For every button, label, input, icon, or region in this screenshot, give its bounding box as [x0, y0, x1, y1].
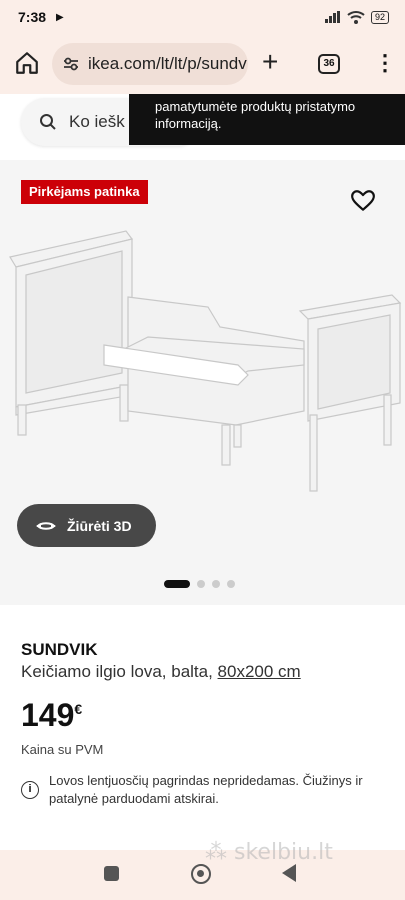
tooltip: pamatytumėte produktų pristatymo informa…	[129, 94, 405, 145]
signal-icon	[324, 11, 340, 23]
url-text: ikea.com/lt/lt/p/sundv	[88, 54, 247, 73]
carousel-dot-active[interactable]	[164, 580, 190, 588]
tooltip-text: pamatytumėte produktų pristatymo informa…	[155, 99, 356, 131]
back-button[interactable]	[282, 864, 296, 882]
site-settings-icon[interactable]	[62, 55, 80, 73]
browser-menu-icon[interactable]: ⋮	[374, 52, 396, 74]
watermark: ⁂ skelbiu.lt	[205, 840, 333, 865]
home-button[interactable]	[191, 864, 211, 884]
image-carousel-indicator[interactable]	[164, 580, 235, 588]
address-bar[interactable]: ikea.com/lt/lt/p/sundv	[52, 43, 248, 85]
carousel-dot[interactable]	[197, 580, 205, 588]
status-bar: 7:38 ▶ 92	[0, 0, 405, 34]
browser-toolbar: ikea.com/lt/lt/p/sundv + 36 ⋮	[0, 34, 405, 94]
product-price: 149 €	[21, 697, 82, 734]
search-icon	[40, 114, 56, 130]
recent-apps-button[interactable]	[104, 866, 119, 881]
play-icon: ▶	[56, 11, 64, 23]
product-size-link[interactable]: 80x200 cm	[218, 662, 301, 681]
status-time: 7:38	[18, 9, 47, 25]
product-info-text: Lovos lentjuosčių pagrindas nepridedamas…	[49, 773, 363, 806]
product-description-text: Keičiamo ilgio lova, balta,	[21, 662, 218, 681]
wifi-icon	[347, 11, 365, 24]
home-icon[interactable]	[14, 50, 40, 76]
bed-product-image	[9, 230, 402, 492]
carousel-dot[interactable]	[227, 580, 235, 588]
carousel-dot[interactable]	[212, 580, 220, 588]
status-icons: 92	[324, 10, 389, 24]
new-tab-button[interactable]: +	[262, 48, 278, 76]
popular-badge: Pirkėjams patinka	[21, 180, 148, 204]
watermark-text: skelbiu.lt	[234, 840, 333, 865]
vat-note: Kaina su PVM	[21, 742, 104, 757]
search-placeholder: Ko iešk	[69, 112, 125, 131]
price-value: 149	[21, 697, 75, 733]
product-description: Keičiamo ilgio lova, balta, 80x200 cm	[21, 662, 301, 682]
rotate-3d-icon	[36, 521, 56, 530]
price-currency: €	[74, 701, 83, 717]
product-name: SUNDVIK	[21, 640, 98, 659]
favorite-heart-icon[interactable]	[350, 188, 376, 214]
view-3d-button[interactable]: Žiūrėti 3D	[17, 504, 156, 547]
view-3d-label: Žiūrėti 3D	[67, 517, 132, 534]
battery-icon: 92	[370, 10, 389, 24]
info-icon: i	[21, 781, 39, 799]
tab-switcher-button[interactable]: 36	[318, 54, 340, 74]
